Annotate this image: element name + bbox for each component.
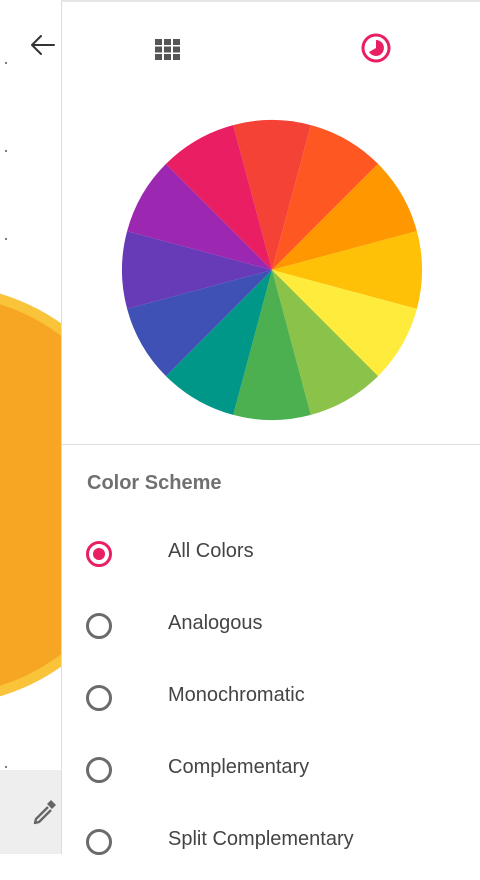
radio-button[interactable] [86,829,112,855]
option-monochromatic[interactable]: Monochromatic [62,666,480,736]
section-divider [62,444,480,445]
grid-icon [155,39,180,60]
color-scheme-title: Color Scheme [87,472,222,494]
radio-button[interactable] [86,613,112,639]
radio-button[interactable] [86,685,112,711]
option-label: Split Complementary [168,828,354,850]
grid-dot [5,766,7,768]
current-color-swatch[interactable] [0,285,61,705]
background-screen [0,0,61,854]
eyedropper-icon [33,800,56,825]
radio-button[interactable] [86,757,112,783]
option-label: Analogous [168,612,263,634]
option-complementary[interactable]: Complementary [62,738,480,808]
option-label: All Colors [168,540,254,562]
back-button[interactable] [24,30,60,60]
color-wheel[interactable] [120,118,424,422]
wheel-icon [361,33,391,63]
arrow-back-icon [31,35,55,55]
grid-dot [5,238,7,240]
grid-dot [5,150,7,152]
option-label: Monochromatic [168,684,305,706]
tab-palette-grid[interactable] [150,34,186,64]
option-label: Complementary [168,756,310,778]
option-split-complementary[interactable]: Split Complementary [62,810,480,880]
option-all-colors[interactable]: All Colors [62,522,480,592]
grid-dot [5,62,7,64]
eyedropper-button[interactable] [30,796,60,826]
tab-color-wheel[interactable] [358,30,394,66]
color-drawer: Color Scheme All Colors Analogous Monoch… [61,2,480,855]
option-analogous[interactable]: Analogous [62,594,480,664]
radio-button[interactable] [86,541,112,567]
